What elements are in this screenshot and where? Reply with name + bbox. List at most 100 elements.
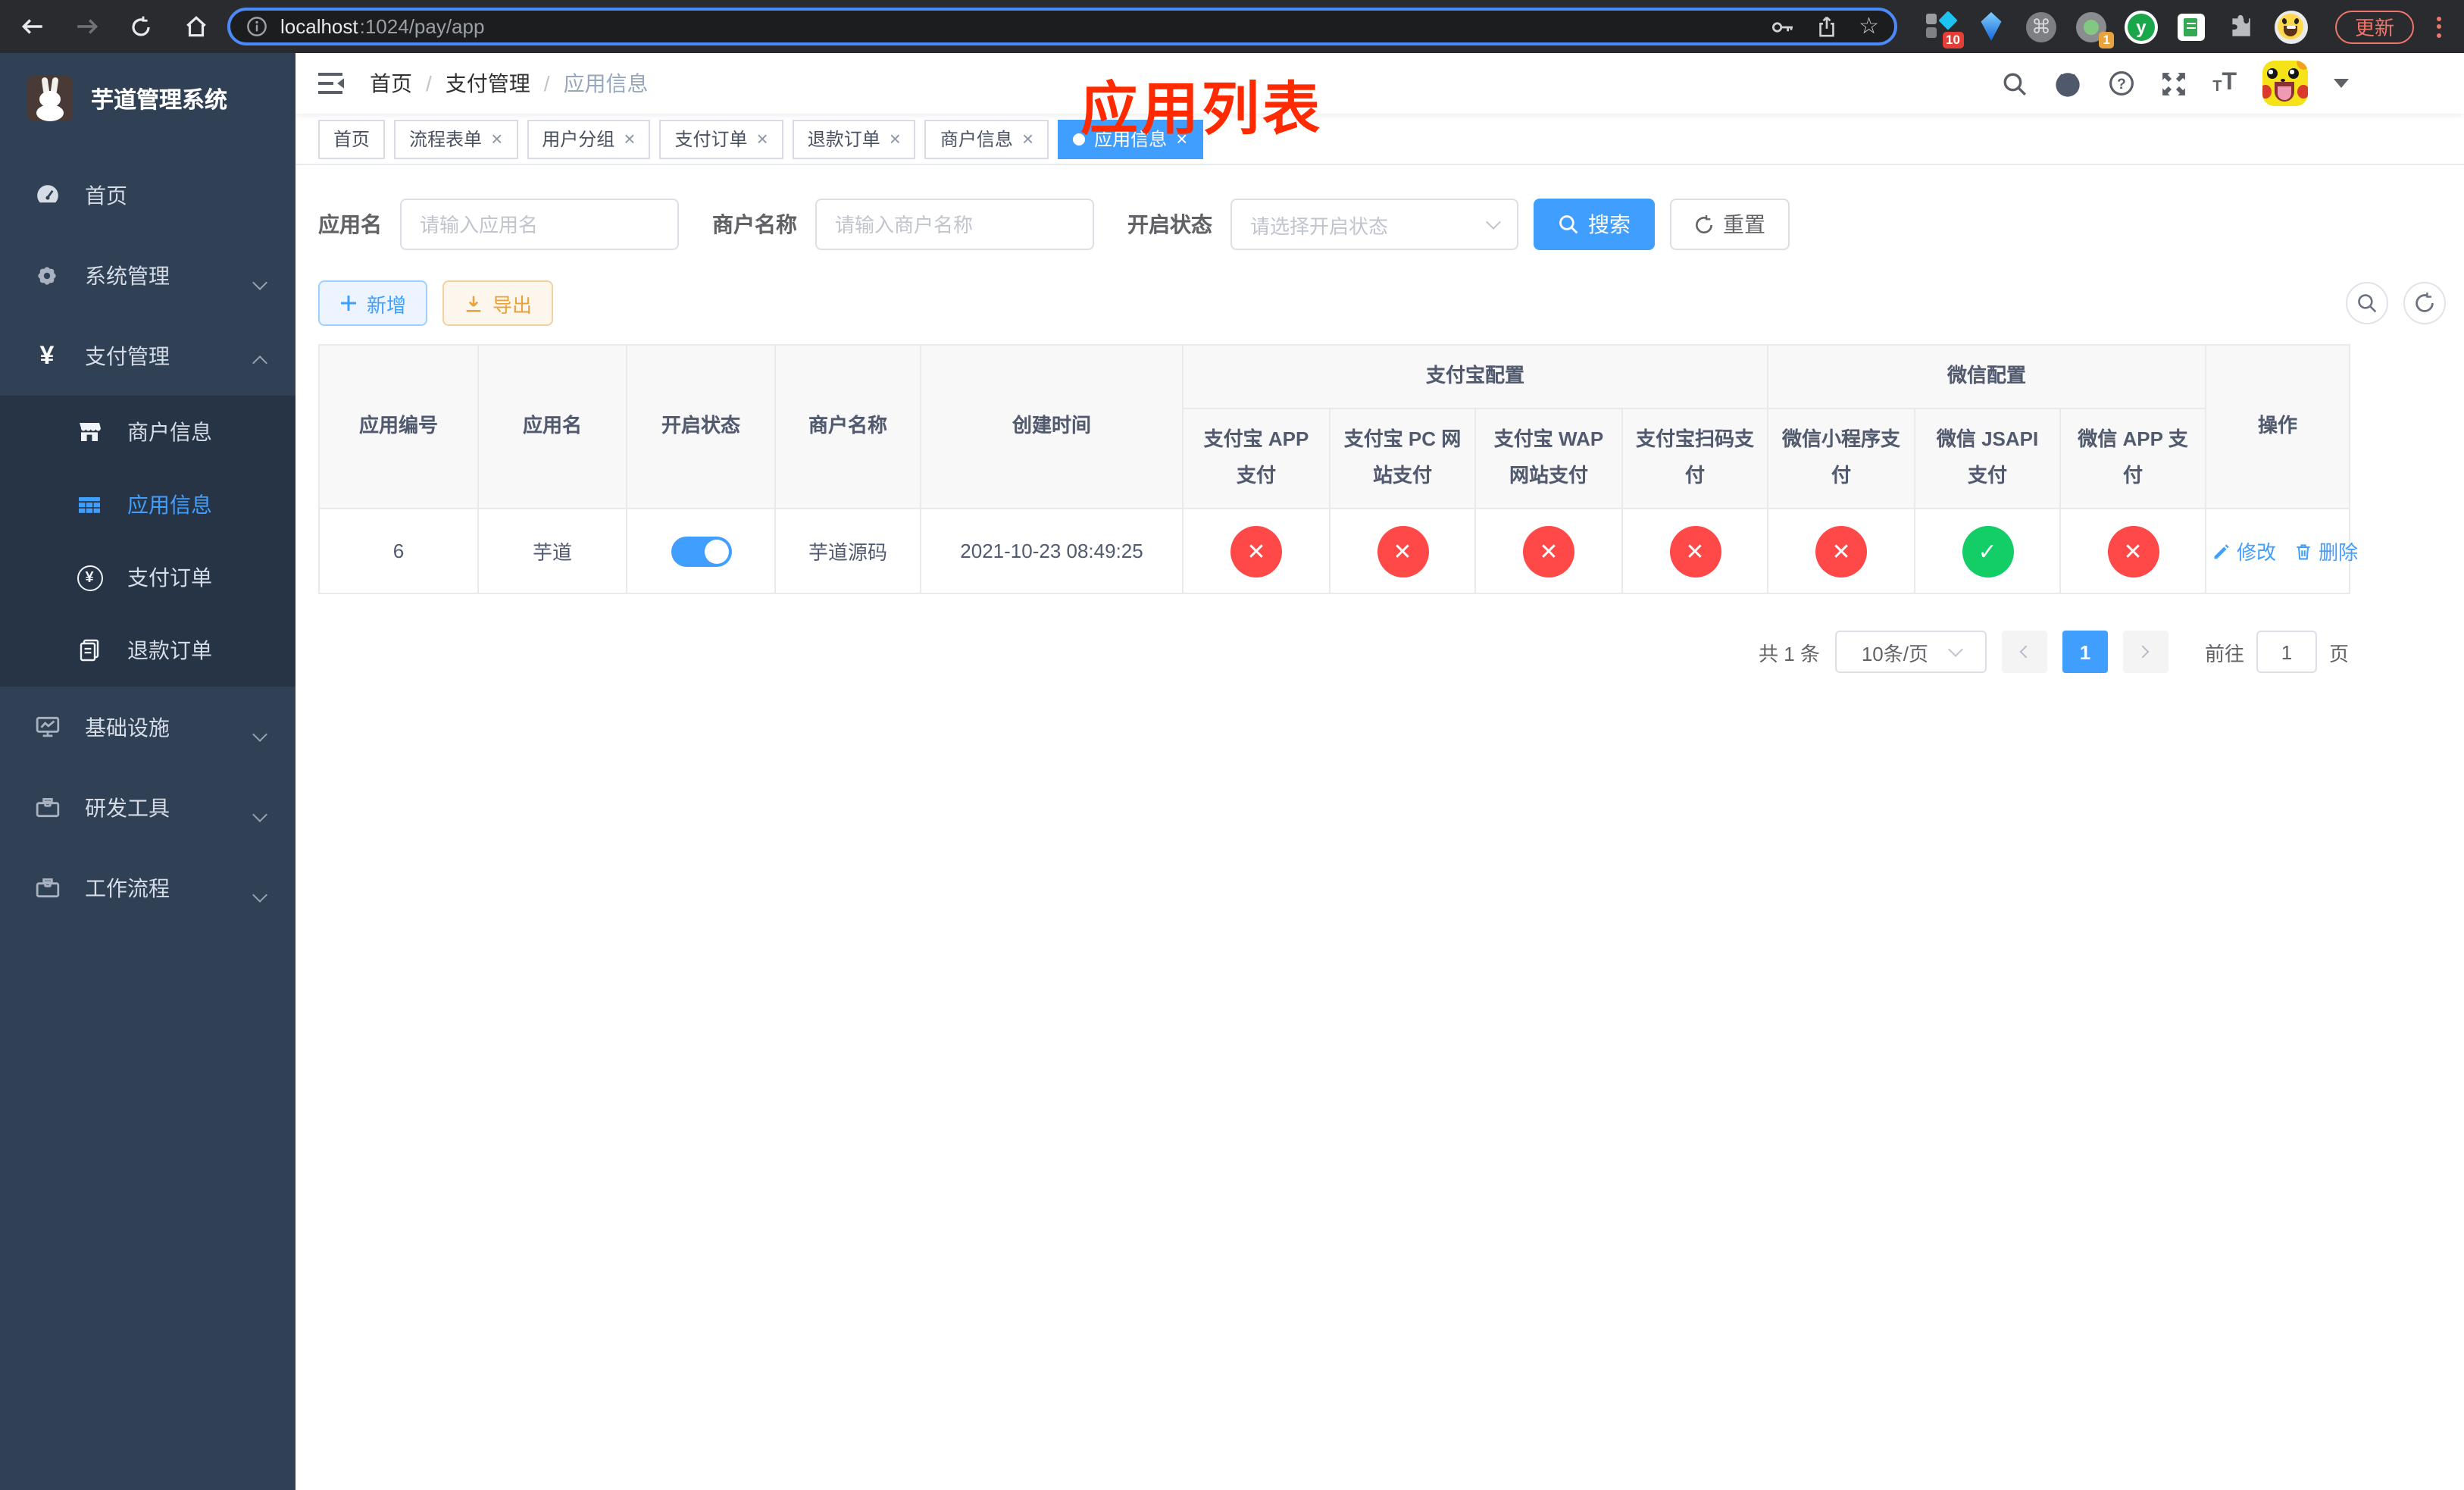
- add-button[interactable]: 新增: [318, 280, 428, 326]
- close-tab-icon[interactable]: ×: [890, 129, 901, 149]
- table-row: 6 芋道 芋道源码 2021-10-23 08:49:25 ✕ ✕ ✕ ✕ ✕ …: [318, 508, 2358, 595]
- tab-process-form[interactable]: 流程表单 ×: [394, 119, 518, 158]
- browser-update-button[interactable]: 更新: [2334, 10, 2414, 43]
- browser-home-icon[interactable]: [182, 13, 209, 40]
- refresh-button[interactable]: [2403, 282, 2446, 324]
- status-select[interactable]: 请选择开启状态: [1230, 199, 1518, 250]
- share-icon[interactable]: [1815, 15, 1837, 38]
- tab-pay-order[interactable]: 支付订单 ×: [659, 119, 783, 158]
- sidebar-item-app-info[interactable]: 应用信息: [0, 468, 295, 541]
- user-menu-caret-icon[interactable]: [2334, 79, 2349, 88]
- extension-notes-icon[interactable]: [2175, 10, 2208, 43]
- sub-header-wechat-mini: 微信小程序支付: [1767, 407, 1916, 510]
- browser-menu-icon[interactable]: [2432, 16, 2446, 37]
- tab-user-group[interactable]: 用户分组 ×: [527, 119, 651, 158]
- alipay-pc-status-icon: ✕: [1377, 525, 1428, 578]
- url-path: :1024/pay/app: [359, 15, 485, 38]
- overlay-title: 应用列表: [1080, 79, 1324, 142]
- close-tab-icon[interactable]: ×: [491, 129, 502, 149]
- breadcrumb-payment[interactable]: 支付管理: [446, 68, 530, 99]
- github-icon[interactable]: [2053, 69, 2082, 98]
- extension-gem-icon[interactable]: [1975, 10, 2008, 43]
- merchant-name-input[interactable]: [815, 199, 1094, 250]
- sidebar-item-label: 首页: [85, 183, 127, 207]
- extensions-puzzle-icon[interactable]: [2225, 10, 2258, 43]
- close-tab-icon[interactable]: ×: [1022, 129, 1033, 149]
- delete-button[interactable]: 删除: [2294, 537, 2358, 565]
- current-page-button[interactable]: 1: [2062, 631, 2108, 674]
- refund-doc-icon: [76, 638, 103, 662]
- gear-icon: [33, 263, 61, 287]
- site-info-icon[interactable]: [245, 15, 268, 38]
- close-tab-icon[interactable]: ×: [624, 129, 635, 149]
- sidebar-item-workflow[interactable]: 工作流程: [0, 847, 295, 928]
- status-label: 开启状态: [1127, 212, 1212, 236]
- sidebar-item-dev-tools[interactable]: 研发工具: [0, 767, 295, 847]
- browser-reload-icon[interactable]: [127, 13, 155, 40]
- tab-merchant-info[interactable]: 商户信息 ×: [924, 119, 1049, 158]
- tab-refund-order[interactable]: 退款订单 ×: [792, 119, 916, 158]
- group-header-wechat: 微信配置: [1767, 344, 2207, 409]
- alipay-qr-status-icon: ✕: [1669, 525, 1721, 578]
- cell-create-time: 2021-10-23 08:49:25: [920, 508, 1184, 595]
- page-size-select[interactable]: 10条/页: [1834, 631, 1987, 674]
- reset-button[interactable]: 重置: [1670, 199, 1790, 250]
- status-toggle[interactable]: [671, 536, 731, 567]
- chevron-down-icon: [252, 806, 267, 822]
- grid-icon: [76, 493, 103, 517]
- goto-page-input[interactable]: [2256, 631, 2317, 674]
- tab-home[interactable]: 首页: [318, 119, 386, 158]
- col-header-actions: 操作: [2205, 343, 2351, 510]
- close-tab-icon[interactable]: ×: [757, 129, 768, 149]
- bookmark-star-icon[interactable]: ☆: [1859, 15, 1879, 38]
- chevron-down-icon: [1947, 642, 1962, 658]
- browser-forward-icon[interactable]: [73, 13, 100, 40]
- sidebar-item-refund-order[interactable]: 退款订单: [0, 614, 295, 687]
- sidebar-item-label: 商户信息: [127, 420, 212, 444]
- sidebar-item-merchant-info[interactable]: 商户信息: [0, 396, 295, 468]
- tags-view-bar: 首页 流程表单 × 用户分组 × 支付订单 × 退款订单 × 商户信息 × 应用信息 ×: [295, 114, 2464, 165]
- sidebar-item-label: 应用信息: [127, 493, 212, 517]
- sidebar-item-home[interactable]: 首页: [0, 155, 295, 235]
- sub-header-alipay-qr: 支付宝扫码支付: [1621, 407, 1769, 510]
- sidebar-item-system[interactable]: 系统管理: [0, 235, 295, 315]
- header-search-icon[interactable]: [2002, 70, 2028, 96]
- extension-emoji-icon[interactable]: [2274, 10, 2308, 43]
- yen-icon: ¥: [39, 341, 55, 370]
- toggle-search-button[interactable]: [2346, 282, 2388, 324]
- sidebar-collapse-icon[interactable]: [318, 71, 346, 95]
- top-navbar: 首页 / 支付管理 / 应用信息 ? T T: [295, 53, 2464, 114]
- sidebar-item-label: 支付管理: [85, 343, 170, 368]
- edit-button[interactable]: 修改: [2212, 537, 2276, 565]
- sub-header-wechat-jsapi: 微信 JSAPI 支付: [1914, 407, 2062, 510]
- chevron-down-icon: [1486, 214, 1501, 230]
- help-icon[interactable]: ?: [2108, 70, 2135, 97]
- export-button[interactable]: 导出: [442, 280, 554, 326]
- next-page-button[interactable]: [2122, 631, 2169, 674]
- font-size-icon[interactable]: TT: [2212, 70, 2237, 95]
- breadcrumb-current: 应用信息: [563, 71, 649, 95]
- sidebar-item-infrastructure[interactable]: 基础设施: [0, 687, 295, 767]
- app-name-input[interactable]: [400, 199, 679, 250]
- prev-page-button[interactable]: [2001, 631, 2047, 674]
- search-button[interactable]: 搜索: [1534, 199, 1655, 250]
- fullscreen-icon[interactable]: [2161, 70, 2187, 96]
- extension-y-icon[interactable]: y: [2124, 10, 2158, 43]
- monitor-icon: [33, 714, 61, 740]
- sidebar-item-pay-order[interactable]: ¥ 支付订单: [0, 541, 295, 614]
- chevron-left-icon: [2020, 645, 2034, 659]
- extension-blocks-icon[interactable]: 10: [1925, 10, 1964, 48]
- col-header-status: 开启状态: [626, 343, 776, 510]
- browser-back-icon[interactable]: [18, 13, 45, 40]
- extension-target-icon[interactable]: 1: [2075, 10, 2114, 48]
- pay-order-icon: ¥: [76, 565, 103, 590]
- user-avatar[interactable]: [2262, 61, 2308, 106]
- password-key-icon[interactable]: [1769, 14, 1793, 39]
- extension-command-icon[interactable]: ⌘: [2025, 10, 2058, 43]
- toolbox-icon: [33, 794, 61, 820]
- breadcrumb-home[interactable]: 首页: [370, 68, 412, 99]
- store-icon: [76, 420, 103, 444]
- sidebar-item-payment[interactable]: ¥ 支付管理: [0, 315, 295, 396]
- sidebar-item-label: 工作流程: [85, 875, 170, 900]
- url-bar[interactable]: localhost :1024/pay/app ☆: [227, 8, 1897, 45]
